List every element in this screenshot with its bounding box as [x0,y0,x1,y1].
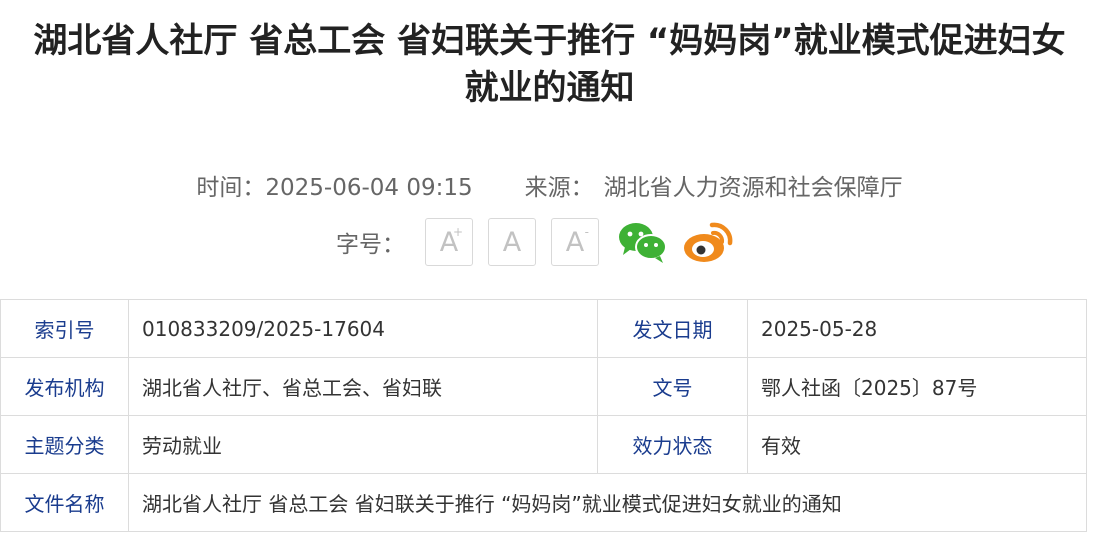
table-row: 发布机构 湖北省人社厅、省总工会、省妇联 文号 鄂人社函〔2025〕87号 [0,357,1087,416]
time-label: 时间： [196,175,266,201]
publisher-value: 湖北省人社厅、省总工会、省妇联 [128,357,598,416]
validity-value: 有效 [747,415,1087,474]
document-number-value: 鄂人社函〔2025〕87号 [747,357,1087,416]
issue-date-value: 2025-05-28 [747,299,1087,358]
font-decrease-button[interactable]: A- [551,218,599,266]
publisher-label: 发布机构 [0,357,129,416]
document-info-table: 索引号 010833209/2025-17604 发文日期 2025-05-28… [0,299,1087,532]
topic-value: 劳动就业 [128,415,598,474]
document-number-label: 文号 [597,357,748,416]
font-size-label: 字号： [336,232,405,258]
font-normal-button[interactable]: A [488,218,536,266]
weibo-icon[interactable] [682,219,736,265]
wechat-icon[interactable] [616,219,670,265]
font-increase-button[interactable]: A + [425,218,473,266]
topic-label: 主题分类 [0,415,129,474]
index-number-value: 010833209/2025-17604 [128,299,598,358]
source-label: 来源： [524,175,594,201]
table-row: 主题分类 劳动就业 效力状态 有效 [0,415,1087,474]
index-number-label: 索引号 [0,299,129,358]
article-meta: 时间：2025-06-04 09:15 来源： 湖北省人力资源和社会保障厅 [0,168,1099,202]
table-row: 文件名称 湖北省人社厅 省总工会 省妇联关于推行 “妈妈岗”就业模式促进妇女就业… [0,473,1087,532]
table-row: 索引号 010833209/2025-17604 发文日期 2025-05-28 [0,299,1087,358]
document-name-label: 文件名称 [0,473,129,532]
source-value: 湖北省人力资源和社会保障厅 [603,175,903,201]
issue-date-label: 发文日期 [597,299,748,358]
page-title: 湖北省人社厅 省总工会 省妇联关于推行 “妈妈岗”就业模式促进妇女就业的通知 [33,21,1066,108]
document-name-value: 湖北省人社厅 省总工会 省妇联关于推行 “妈妈岗”就业模式促进妇女就业的通知 [128,473,1087,532]
validity-label: 效力状态 [597,415,748,474]
publish-time: 2025-06-04 09:15 [265,175,473,201]
font-size-controls: 字号： A + A A- [336,216,746,268]
